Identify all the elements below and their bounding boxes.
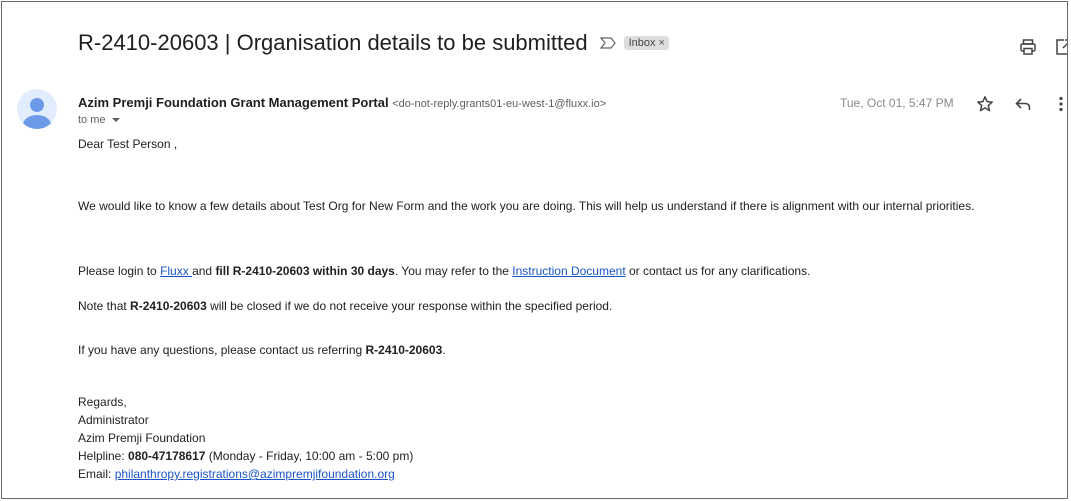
closure-note: Note that R-2410-20603 will be closed if…: [78, 299, 612, 313]
helpline-label: Helpline:: [78, 449, 129, 463]
sender-avatar[interactable]: [17, 89, 57, 129]
more-vertical-icon[interactable]: [1052, 95, 1068, 113]
login-text-pre: Please login to: [78, 264, 161, 278]
intro-paragraph: We would like to know a few details abou…: [78, 199, 975, 213]
questions-note-post: .: [442, 343, 446, 357]
closure-note-pre: Note that: [78, 299, 131, 313]
print-icon[interactable]: [1019, 38, 1037, 56]
inbox-label-text: Inbox: [628, 37, 656, 49]
sender-name[interactable]: Azim Premji Foundation Grant Management …: [78, 95, 389, 110]
closure-note-post: will be closed if we do not receive your…: [206, 299, 613, 313]
reply-icon[interactable]: [1014, 95, 1032, 113]
fluxx-link[interactable]: Fluxx: [160, 264, 192, 278]
login-text-and: and: [192, 264, 216, 278]
importance-marker-icon[interactable]: [599, 37, 616, 49]
message-date: Tue, Oct 01, 5:47 PM: [840, 96, 954, 110]
email-label: Email:: [78, 467, 115, 481]
greeting: Dear Test Person ,: [78, 137, 178, 151]
login-text-mid: . You may refer to the: [394, 264, 513, 278]
questions-note-pre: If you have any questions, please contac…: [78, 343, 366, 357]
avatar-person-icon: [23, 98, 51, 129]
signature-regards: Regards,: [78, 395, 127, 409]
email-window: R-2410-20603 | Organisation details to b…: [1, 1, 1068, 499]
closure-note-ref: R-2410-20603: [130, 299, 207, 313]
open-in-new-window-icon[interactable]: [1055, 38, 1068, 56]
remove-label-icon[interactable]: ×: [659, 37, 665, 49]
login-text-post: or contact us for any clarifications.: [625, 264, 811, 278]
instruction-document-link[interactable]: Instruction Document: [512, 264, 625, 278]
signature-email: Email: philanthropy.registrations@azimpr…: [78, 467, 395, 481]
subject-row: R-2410-20603 | Organisation details to b…: [78, 30, 669, 56]
helpline-number: 080-47178617: [128, 449, 206, 463]
login-instruction: Please login to Fluxx and fill R-2410-20…: [78, 264, 810, 278]
sender-line: Azim Premji Foundation Grant Management …: [78, 95, 606, 110]
questions-note-ref: R-2410-20603: [365, 343, 443, 357]
helpline-hours: (Monday - Friday, 10:00 am - 5:00 pm): [205, 449, 414, 463]
signature-helpline: Helpline: 080-47178617 (Monday - Friday,…: [78, 449, 413, 463]
email-subject: R-2410-20603 | Organisation details to b…: [78, 30, 588, 55]
recipient-details-toggle[interactable]: to me: [78, 114, 120, 126]
questions-note: If you have any questions, please contac…: [78, 343, 446, 357]
contact-email-link[interactable]: philanthropy.registrations@azimpremjifou…: [115, 467, 395, 481]
signature-role: Administrator: [78, 413, 149, 427]
recipient-text: to me: [78, 114, 106, 126]
deadline-text: fill R-2410-20603 within 30 days: [215, 264, 395, 278]
star-icon[interactable]: [976, 95, 994, 113]
signature-org: Azim Premji Foundation: [78, 431, 206, 445]
chevron-down-icon[interactable]: [111, 118, 120, 122]
inbox-label-chip[interactable]: Inbox ×: [623, 36, 669, 50]
sender-email: <do-not-reply.grants01-eu-west-1@fluxx.i…: [392, 98, 607, 110]
